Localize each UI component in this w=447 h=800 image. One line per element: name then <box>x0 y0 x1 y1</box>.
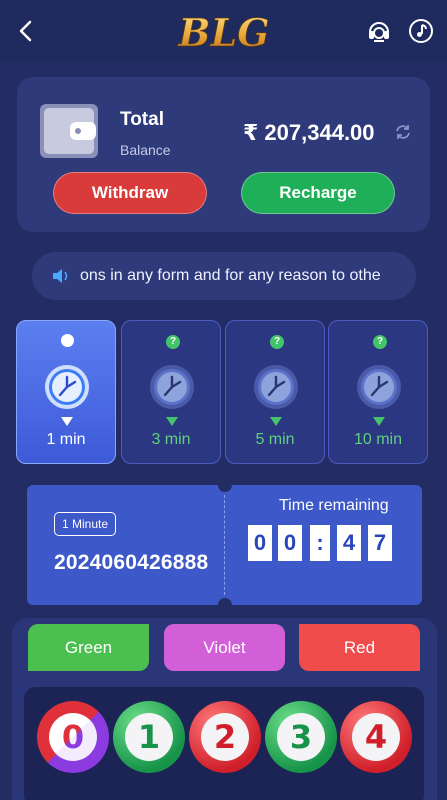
balance-label: Balance <box>120 142 171 158</box>
tab-1-min[interactable]: 1 min <box>16 320 116 464</box>
timer-colon: : <box>310 525 330 561</box>
headset-icon[interactable] <box>366 18 392 44</box>
active-dot <box>61 334 74 347</box>
timer-digit: 0 <box>278 525 302 561</box>
clock-icon <box>45 365 89 409</box>
tab-3-min[interactable]: ? 3 min <box>121 320 221 464</box>
wallet-card: Total Balance ₹ 207,344.00 Withdraw Rech… <box>17 77 430 232</box>
ball-number: 0 <box>61 718 85 756</box>
refresh-icon[interactable] <box>394 123 412 141</box>
number-ball-0[interactable]: 0 <box>37 701 109 773</box>
tab-label: 5 min <box>255 431 295 448</box>
ball-number: 1 <box>137 718 161 756</box>
notice-text: ons in any form and for any reason to ot… <box>80 267 381 284</box>
recharge-button[interactable]: Recharge <box>241 172 395 214</box>
tab-5-min[interactable]: ? 5 min <box>225 320 325 464</box>
ball-number: 4 <box>364 718 388 756</box>
clock-icon <box>357 365 401 409</box>
number-ball-3[interactable]: 3 <box>265 701 337 773</box>
notice-bar: ons in any form and for any reason to ot… <box>32 252 416 300</box>
timer-card: 1 Minute 2024060426888 Time remaining 0 … <box>27 478 422 612</box>
ticket-notch <box>218 598 232 612</box>
ticket-notch <box>218 478 232 492</box>
ball-number: 2 <box>213 718 237 756</box>
total-label: Total <box>120 109 164 130</box>
wallet-icon <box>40 104 98 158</box>
timer-digit: 0 <box>248 525 272 561</box>
music-note-icon[interactable] <box>408 18 434 44</box>
help-icon: ? <box>270 335 284 349</box>
bet-violet-button[interactable]: Violet <box>164 624 285 671</box>
timer-digit: 7 <box>368 525 392 561</box>
tab-label: 3 min <box>151 431 191 448</box>
tab-label: 1 min <box>46 431 86 448</box>
tab-arrow <box>270 417 282 426</box>
help-icon: ? <box>373 335 387 349</box>
time-remaining-label: Time remaining <box>279 497 389 514</box>
number-ball-2[interactable]: 2 <box>189 701 261 773</box>
brand-logo: BLG <box>177 10 270 56</box>
tab-arrow <box>373 417 385 426</box>
number-balls: 0 1 2 3 4 <box>24 687 424 800</box>
number-ball-1[interactable]: 1 <box>113 701 185 773</box>
tab-arrow <box>166 417 178 426</box>
tab-label: 10 min <box>353 431 403 448</box>
ball-number: 3 <box>289 718 313 756</box>
chevron-left-icon[interactable] <box>14 18 38 44</box>
period-badge[interactable]: 1 Minute <box>54 512 117 536</box>
balance-amount: ₹ 207,344.00 <box>243 120 375 145</box>
help-icon: ? <box>166 335 180 349</box>
top-bar: BLG <box>0 0 447 62</box>
withdraw-button[interactable]: Withdraw <box>53 172 207 214</box>
number-ball-4[interactable]: 4 <box>340 701 412 773</box>
game-tabs: 1 min ? 3 min ? 5 min ? 10 min <box>16 320 431 464</box>
period-number: 2024060426888 <box>54 551 209 574</box>
ticket-divider <box>224 495 225 595</box>
svg-text:BLG: BLG <box>177 10 269 55</box>
tab-10-min[interactable]: ? 10 min <box>328 320 428 464</box>
bet-red-button[interactable]: Red <box>299 624 420 671</box>
clock-icon <box>150 365 194 409</box>
clock-icon <box>254 365 298 409</box>
speaker-icon <box>53 269 68 283</box>
tab-arrow <box>61 417 73 426</box>
bet-green-button[interactable]: Green <box>28 624 149 671</box>
timer-digit: 4 <box>337 525 361 561</box>
